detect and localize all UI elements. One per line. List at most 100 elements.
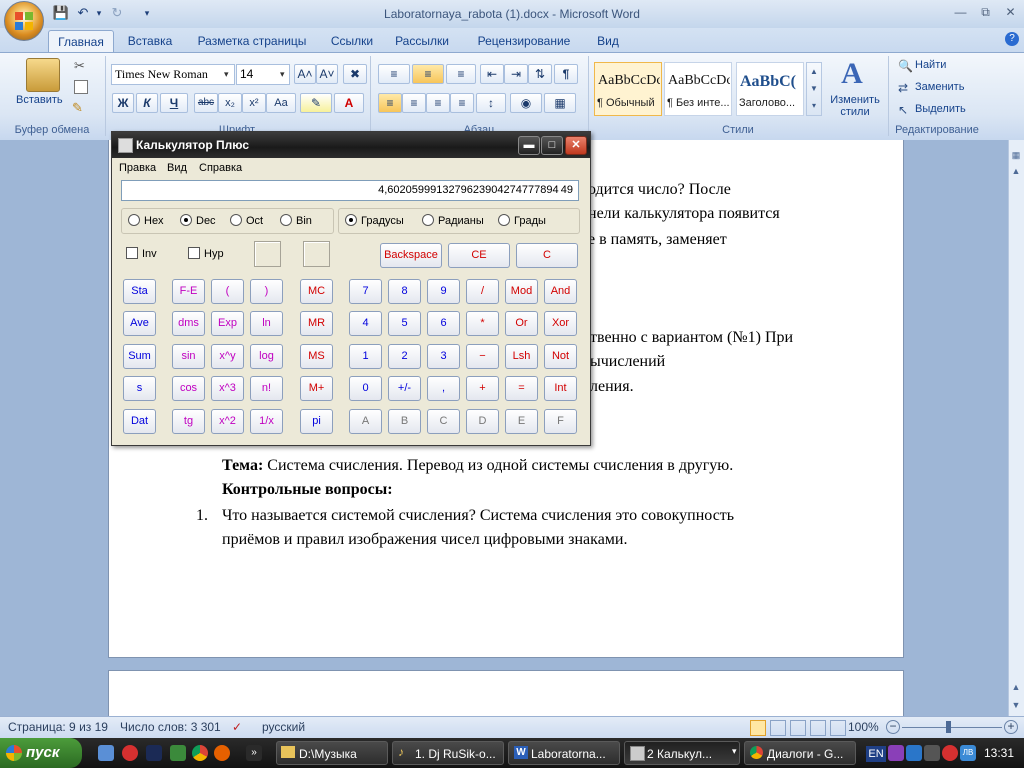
decrease-indent-icon[interactable]: ⇤	[480, 64, 504, 84]
scroll-up-icon[interactable]: ▲	[1010, 166, 1022, 178]
prev-page-icon[interactable]: ▲	[1010, 682, 1022, 694]
radio-dec[interactable]: Dec	[180, 214, 216, 227]
key-subtract[interactable]: −	[466, 344, 499, 369]
tab-page-layout[interactable]: Разметка страницы	[190, 30, 314, 52]
app-icon[interactable]	[146, 745, 162, 761]
zoom-in-icon[interactable]: +	[1004, 720, 1018, 734]
radio-degrees[interactable]: Градусы	[345, 214, 404, 227]
clock[interactable]: 13:31	[984, 746, 1014, 760]
key-dms[interactable]: dms	[172, 311, 205, 336]
tab-mailings[interactable]: Рассылки	[390, 30, 454, 52]
format-painter-icon[interactable]: ✎	[72, 100, 83, 116]
key-1[interactable]: 1	[349, 344, 382, 369]
increase-indent-icon[interactable]: ⇥	[504, 64, 528, 84]
quicklaunch-expand-icon[interactable]: »	[246, 745, 262, 761]
web-layout-icon[interactable]	[790, 720, 806, 736]
tray-icon[interactable]	[906, 745, 922, 761]
status-language[interactable]: русский	[262, 720, 305, 734]
key-s[interactable]: s	[123, 376, 156, 401]
key-x-cubed[interactable]: x^3	[211, 376, 244, 401]
key-cos[interactable]: cos	[172, 376, 205, 401]
align-right-icon[interactable]: ≡	[426, 93, 450, 113]
calculator-window[interactable]: Калькулятор Плюс ▬ □ ✕ Правка Вид Справк…	[111, 131, 591, 446]
status-page[interactable]: Страница: 9 из 19	[8, 720, 108, 734]
key-ave[interactable]: Ave	[123, 311, 156, 336]
clear-button[interactable]: C	[516, 243, 578, 268]
clear-format-icon[interactable]: ✖	[343, 64, 367, 84]
tray-icon[interactable]	[924, 745, 940, 761]
zoom-out-icon[interactable]: −	[886, 720, 900, 734]
key-ms[interactable]: MS	[300, 344, 333, 369]
tab-review[interactable]: Рецензирование	[468, 30, 580, 52]
key-not[interactable]: Not	[544, 344, 577, 369]
key-ln[interactable]: ln	[250, 311, 283, 336]
key-log[interactable]: log	[250, 344, 283, 369]
zoom-slider[interactable]	[902, 727, 1002, 728]
change-case-icon[interactable]: Aa	[266, 93, 296, 113]
key-hex-c[interactable]: C	[427, 409, 460, 434]
key-sin[interactable]: sin	[172, 344, 205, 369]
document-page-next[interactable]	[108, 670, 904, 717]
key-0[interactable]: 0	[349, 376, 382, 401]
tab-home[interactable]: Главная	[48, 30, 114, 53]
font-name-field[interactable]: Times New Roman	[111, 64, 235, 85]
key-3[interactable]: 3	[427, 344, 460, 369]
key-sta[interactable]: Sta	[123, 279, 156, 304]
chrome-icon[interactable]	[192, 745, 208, 761]
key-divide[interactable]: /	[466, 279, 499, 304]
radio-bin[interactable]: Bin	[280, 214, 312, 227]
app-icon[interactable]	[170, 745, 186, 761]
numbering-icon[interactable]: ≡	[412, 64, 444, 84]
menu-edit[interactable]: Правка	[119, 162, 156, 174]
cut-icon[interactable]: ✂	[74, 58, 85, 74]
group-dropdown-icon[interactable]: ▾	[732, 746, 737, 757]
key-mr[interactable]: MR	[300, 311, 333, 336]
menu-help[interactable]: Справка	[199, 162, 242, 174]
ce-button[interactable]: CE	[448, 243, 510, 268]
calc-close-button[interactable]: ✕	[565, 136, 587, 155]
key-9[interactable]: 9	[427, 279, 460, 304]
language-indicator[interactable]: EN	[866, 746, 886, 762]
draft-icon[interactable]	[830, 720, 846, 736]
replace-button[interactable]: Заменить	[915, 81, 964, 93]
multilevel-list-icon[interactable]: ≡	[446, 64, 476, 84]
radio-oct[interactable]: Oct	[230, 214, 263, 227]
highlight-icon[interactable]: ✎	[300, 93, 332, 113]
key-fe[interactable]: F-E	[172, 279, 205, 304]
find-icon[interactable]: 🔍	[898, 59, 913, 73]
key-hex-a[interactable]: A	[349, 409, 382, 434]
borders-icon[interactable]: ▦	[544, 93, 576, 113]
shrink-font-icon[interactable]: A˅	[316, 64, 338, 84]
line-spacing-icon[interactable]: ↕	[476, 93, 506, 113]
minimize-button[interactable]: —	[948, 4, 973, 21]
checkbox-hyp[interactable]: Hyp	[188, 247, 224, 260]
key-or[interactable]: Or	[505, 311, 538, 336]
tray-icon[interactable]	[942, 745, 958, 761]
key-hex-f[interactable]: F	[544, 409, 577, 434]
quicklaunch-icon[interactable]	[98, 745, 114, 761]
tray-icon[interactable]: ЛВ	[960, 745, 976, 761]
calculator-title-bar[interactable]: Калькулятор Плюс ▬ □ ✕	[112, 132, 590, 158]
find-button[interactable]: Найти	[915, 59, 946, 71]
style-no-spacing[interactable]: AaBbCcDc ¶ Без инте...	[664, 62, 732, 116]
key-add[interactable]: +	[466, 376, 499, 401]
key-sum[interactable]: Sum	[123, 344, 156, 369]
key-hex-d[interactable]: D	[466, 409, 499, 434]
key-hex-b[interactable]: B	[388, 409, 421, 434]
full-screen-icon[interactable]	[770, 720, 786, 736]
styles-scroll-icon[interactable]: ▲ ▼ ▾	[806, 62, 822, 116]
restore-button[interactable]: ⧉	[973, 4, 998, 21]
align-center-icon[interactable]: ≡	[402, 93, 426, 113]
radio-hex[interactable]: Hex	[128, 214, 164, 227]
backspace-button[interactable]: Backspace	[380, 243, 442, 268]
key-mod[interactable]: Mod	[505, 279, 538, 304]
style-normal[interactable]: AaBbCcDc ¶ Обычный	[594, 62, 662, 116]
show-marks-icon[interactable]: ¶	[554, 64, 578, 84]
vertical-scrollbar[interactable]	[1008, 140, 1024, 716]
calc-minimize-button[interactable]: ▬	[518, 136, 540, 155]
calculator-display[interactable]: 4,6020599913279623904274777894 49	[121, 180, 579, 201]
key-equals[interactable]: =	[505, 376, 538, 401]
zoom-slider-thumb[interactable]	[946, 721, 951, 733]
close-button[interactable]: ✕	[998, 4, 1023, 21]
key-mc[interactable]: MC	[300, 279, 333, 304]
